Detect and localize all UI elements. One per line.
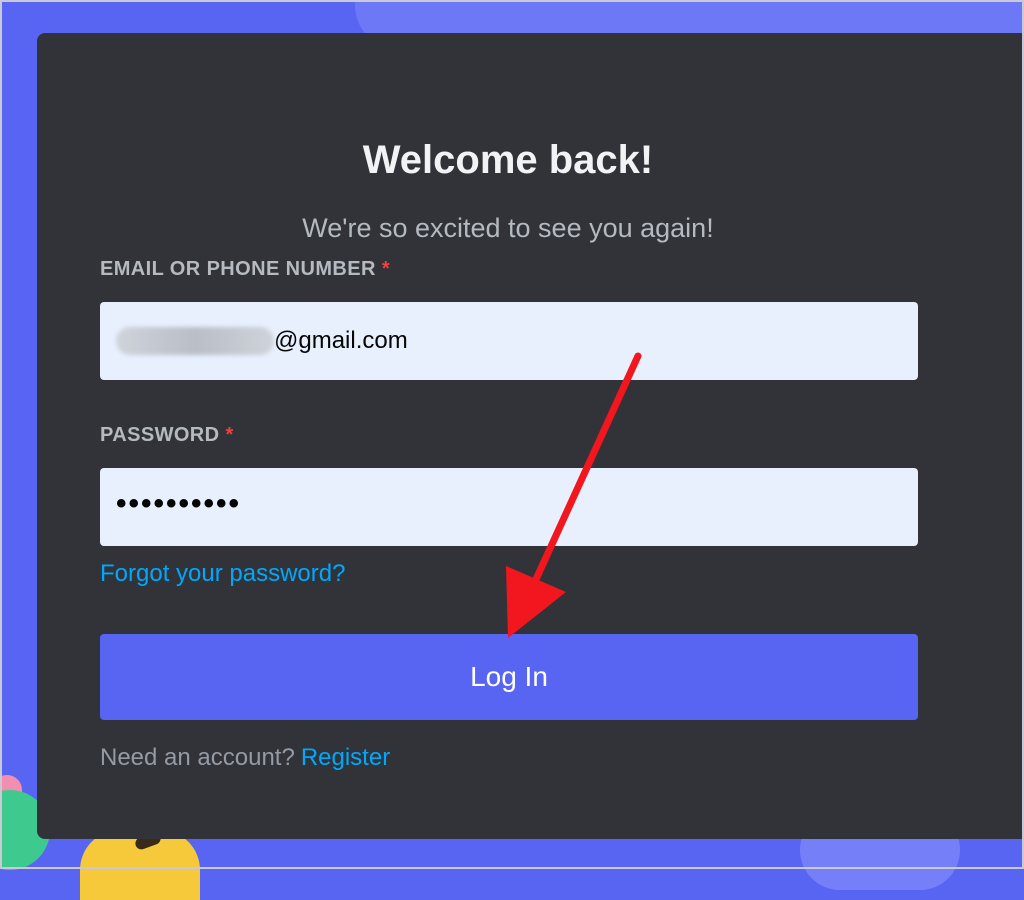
required-marker: * — [381, 258, 391, 280]
page-title: Welcome back! — [362, 138, 654, 182]
login-button[interactable]: Log In — [100, 634, 918, 720]
need-account-text: Need an account? — [100, 744, 295, 771]
password-field[interactable]: •••••••••• — [100, 468, 918, 546]
password-label: PASSWORD * — [100, 424, 234, 447]
email-value: @gmail.com — [274, 327, 408, 354]
page-subtitle: We're so excited to see you again! — [302, 213, 714, 243]
redacted-text — [116, 327, 274, 355]
register-row: Need an account? Register — [100, 744, 390, 772]
email-field[interactable]: @gmail.com — [100, 302, 918, 380]
register-link[interactable]: Register — [301, 744, 390, 771]
password-value: •••••••••• — [116, 487, 242, 520]
required-marker: * — [225, 424, 234, 446]
email-label-text: EMAIL OR PHONE NUMBER — [100, 258, 376, 280]
password-label-text: PASSWORD — [100, 424, 220, 446]
email-label: EMAIL OR PHONE NUMBER * — [100, 258, 390, 281]
forgot-password-link[interactable]: Forgot your password? — [100, 560, 345, 588]
